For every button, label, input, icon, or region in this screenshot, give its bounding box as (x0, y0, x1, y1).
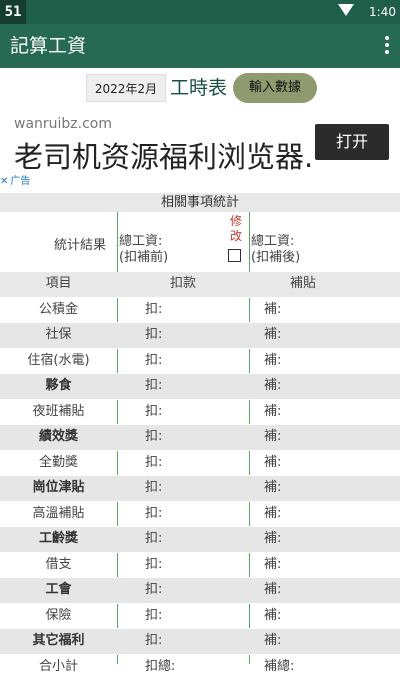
app-title: 記算工資 (10, 24, 86, 68)
table-row: 全勤獎 扣: 補: (0, 451, 400, 477)
table-row: 合小計 扣總: 補總: (0, 655, 400, 680)
row-item-label: 高溫補貼 (0, 502, 117, 526)
subsidy-field[interactable]: 補: (264, 425, 281, 449)
deduction-field[interactable]: 扣: (145, 578, 162, 602)
table-row: 社保 扣: 補: (0, 323, 400, 349)
table-row: 其它福利 扣: 補: (0, 629, 400, 655)
table-row: 工會 扣: 補: (0, 578, 400, 604)
row-item-label: 工會 (0, 578, 117, 602)
row-item-label: 績效獎 (0, 425, 117, 449)
total-after-label: 總工資: (扣補後) (251, 234, 300, 266)
deduction-field[interactable]: 扣: (145, 476, 162, 500)
input-data-button[interactable]: 輸入數據 (233, 73, 317, 103)
row-item-label: 全勤獎 (0, 451, 117, 475)
table-row: 夜班補貼 扣: 補: (0, 400, 400, 426)
result-label: 統计結果 (54, 234, 106, 253)
subsidy-field[interactable]: 補: (264, 527, 281, 551)
subsidy-field[interactable]: 補: (264, 451, 281, 475)
table-row: 住宿(水電) 扣: 補: (0, 349, 400, 375)
deduction-field[interactable]: 扣: (145, 527, 162, 551)
wifi-icon (338, 4, 354, 16)
header-deduction: 扣款 (170, 272, 196, 296)
deduction-field[interactable]: 扣: (145, 425, 162, 449)
app-logo-icon: 51 (0, 0, 26, 24)
modify-checkbox[interactable] (228, 249, 241, 262)
row-item-label: 社保 (0, 323, 117, 347)
subsidy-field[interactable]: 補總: (264, 655, 294, 679)
total-after-line2: (扣補後) (251, 250, 300, 266)
row-item-label: 借支 (0, 553, 117, 577)
table-row: 夥食 扣: 補: (0, 374, 400, 400)
subsidy-field[interactable]: 補: (264, 374, 281, 398)
ad-label-text: 广告 (10, 176, 30, 187)
table-row: 高溫補貼 扣: 補: (0, 502, 400, 528)
table-row: 公積金 扣: 補: (0, 298, 400, 324)
subsidy-field[interactable]: 補: (264, 604, 281, 628)
subsidy-field[interactable]: 補: (264, 502, 281, 526)
row-item-label: 夜班補貼 (0, 400, 117, 424)
deduction-field[interactable]: 扣: (145, 604, 162, 628)
row-item-label: 合小計 (0, 655, 117, 679)
row-item-label: 崗位津貼 (0, 476, 117, 500)
modify-label: 修改 (229, 214, 243, 244)
worktime-label: 工時表 (170, 72, 227, 104)
row-item-label: 住宿(水電) (0, 349, 117, 373)
deduction-field[interactable]: 扣: (145, 323, 162, 347)
row-item-label: 保險 (0, 604, 117, 628)
ad-headline[interactable]: 老司机资源福利浏览器. (14, 134, 313, 176)
subsidy-field[interactable]: 補: (264, 400, 281, 424)
table-row: 崗位津貼 扣: 補: (0, 476, 400, 502)
subsidy-field[interactable]: 補: (264, 349, 281, 373)
stats-title: 相關事項統計 (0, 193, 400, 212)
subsidy-field[interactable]: 補: (264, 553, 281, 577)
subsidy-field[interactable]: 補: (264, 323, 281, 347)
month-selector-button[interactable]: 2022年2月 (86, 74, 166, 102)
deduction-field[interactable]: 扣: (145, 629, 162, 653)
summary-row: 統计結果 總工資: (扣補前) 修改 總工資: (扣補後) (0, 212, 400, 271)
status-time: 1:40 (369, 0, 396, 24)
table-row: 工齡獎 扣: 補: (0, 527, 400, 553)
deduction-field[interactable]: 扣總: (145, 655, 175, 679)
deduction-field[interactable]: 扣: (145, 298, 162, 322)
table-row: 借支 扣: 補: (0, 553, 400, 579)
app-bar: 記算工資 (0, 24, 400, 68)
subsidy-field[interactable]: 補: (264, 298, 281, 322)
close-icon[interactable]: ✕ (0, 176, 8, 187)
ad-label[interactable]: ✕广告 (0, 172, 30, 187)
header-subsidy: 補貼 (290, 272, 316, 296)
deduction-field[interactable]: 扣: (145, 553, 162, 577)
ad-open-button[interactable]: 打开 (315, 124, 389, 160)
table-row: 保險 扣: 補: (0, 604, 400, 630)
deduction-field[interactable]: 扣: (145, 349, 162, 373)
row-item-label: 工齡獎 (0, 527, 117, 551)
total-before-line1: 總工資: (119, 234, 168, 250)
total-before-label: 總工資: (扣補前) (119, 234, 168, 266)
subsidy-field[interactable]: 補: (264, 578, 281, 602)
table-row: 績效獎 扣: 補: (0, 425, 400, 451)
deduction-field[interactable]: 扣: (145, 451, 162, 475)
deduction-field[interactable]: 扣: (145, 400, 162, 424)
deduction-field[interactable]: 扣: (145, 374, 162, 398)
status-bar: 51 1:40 (0, 0, 400, 24)
subsidy-field[interactable]: 補: (264, 629, 281, 653)
total-after-line1: 總工資: (251, 234, 300, 250)
row-item-label: 夥食 (0, 374, 117, 398)
deduction-field[interactable]: 扣: (145, 502, 162, 526)
total-before-line2: (扣補前) (119, 250, 168, 266)
overflow-menu-icon[interactable] (384, 36, 390, 56)
header-item: 項目 (0, 272, 117, 296)
ad-domain: wanruibz.com (14, 116, 112, 132)
table-header-row: 項目 扣款 補貼 (0, 272, 400, 298)
deduction-table: 項目 扣款 補貼 公積金扣:補:社保扣:補:住宿(水電)扣:補:夥食扣:補:夜班… (0, 272, 400, 680)
row-item-label: 其它福利 (0, 629, 117, 653)
date-row: 2022年2月 工時表 輸入數據 (0, 68, 400, 108)
subsidy-field[interactable]: 補: (264, 476, 281, 500)
row-item-label: 公積金 (0, 298, 117, 322)
ad-banner[interactable]: wanruibz.com 老司机资源福利浏览器. 打开 ✕广告 (0, 108, 400, 186)
